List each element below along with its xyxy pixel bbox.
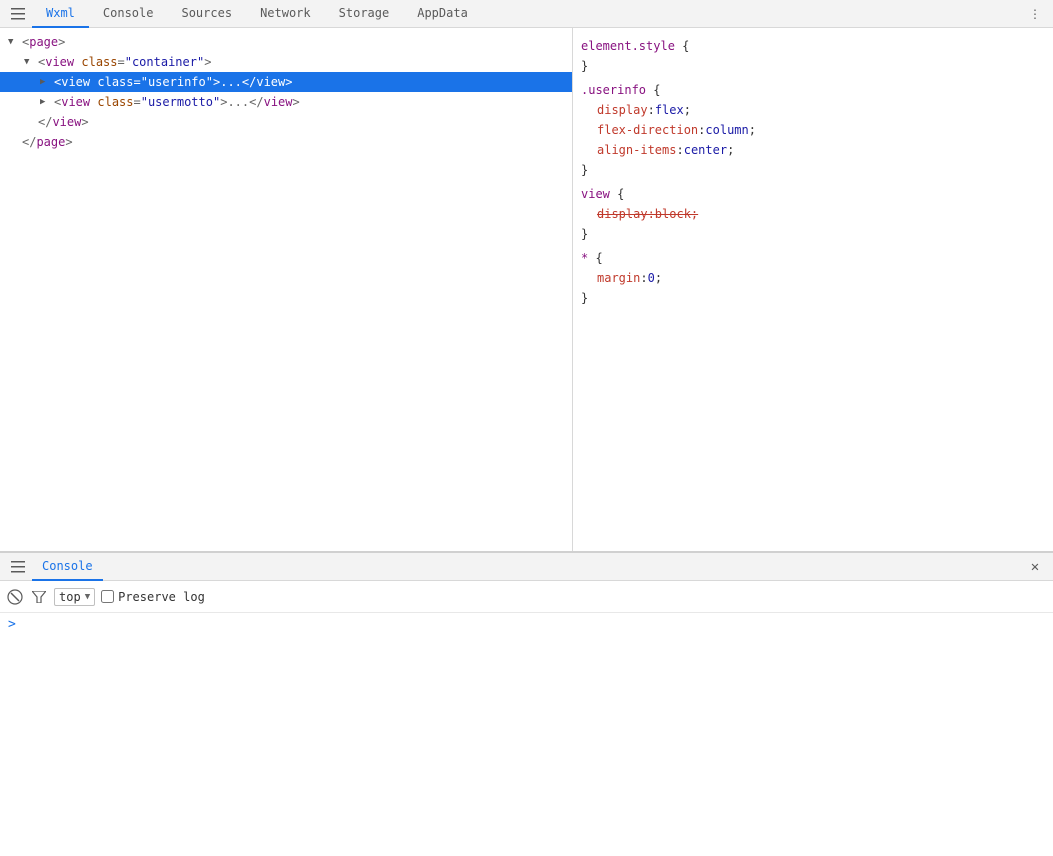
tree-line-view-userinfo[interactable]: <view class="userinfo">...</view>: [0, 72, 572, 92]
console-toolbar: Console ✕: [0, 553, 1053, 581]
tree-line-page-close[interactable]: </page>: [0, 132, 572, 152]
preserve-log-checkbox[interactable]: [101, 590, 114, 603]
css-view-section: view { display:block; }: [581, 184, 1045, 244]
toolbar-right: ⋮: [1021, 0, 1049, 28]
tree-line-view-container[interactable]: <view class="container">: [0, 52, 572, 72]
tab-console[interactable]: Console: [89, 0, 168, 28]
console-controls: top ▼ Preserve log: [0, 581, 1053, 613]
console-close-button[interactable]: ✕: [1021, 553, 1049, 581]
context-dropdown[interactable]: top ▼: [54, 588, 95, 606]
tree-line-page-open[interactable]: <page>: [0, 32, 572, 52]
css-userinfo-section: .userinfo { display:flex; flex-direction…: [581, 80, 1045, 180]
tab-sources[interactable]: Sources: [167, 0, 246, 28]
expand-arrow-userinfo[interactable]: [40, 77, 52, 87]
menu-icon[interactable]: [4, 0, 32, 28]
expand-arrow-container[interactable]: [24, 57, 36, 67]
css-universal-section: * { margin:0; }: [581, 248, 1045, 308]
tab-appdata[interactable]: AppData: [403, 0, 482, 28]
console-prompt: >: [8, 617, 1045, 632]
expand-arrow-page[interactable]: [8, 37, 20, 47]
more-options-icon[interactable]: ⋮: [1021, 0, 1049, 28]
main-content: <page> <view class="container"> <view cl…: [0, 28, 1053, 552]
tree-line-view-close[interactable]: </view>: [0, 112, 572, 132]
tab-network[interactable]: Network: [246, 0, 325, 28]
console-tab[interactable]: Console: [32, 553, 103, 581]
preserve-log-control[interactable]: Preserve log: [101, 590, 205, 604]
console-body[interactable]: >: [0, 613, 1053, 856]
console-menu-icon[interactable]: [4, 553, 32, 581]
expand-arrow-usermotto[interactable]: [40, 97, 52, 107]
tab-list: Wxml Console Sources Network Storage App…: [32, 0, 1021, 28]
console-panel: Console ✕ top ▼ Preserve log: [0, 552, 1053, 856]
tab-storage[interactable]: Storage: [325, 0, 404, 28]
main-toolbar: Wxml Console Sources Network Storage App…: [0, 0, 1053, 28]
tab-wxml[interactable]: Wxml: [32, 0, 89, 28]
css-panel: element.style { } .userinfo { display:fl…: [573, 28, 1053, 551]
wxml-panel: <page> <view class="container"> <view cl…: [0, 28, 573, 551]
filter-icon[interactable]: [30, 588, 48, 606]
dropdown-arrow-icon: ▼: [85, 592, 90, 602]
css-element-style-section: element.style { }: [581, 36, 1045, 76]
clear-console-button[interactable]: [6, 588, 24, 606]
tree-line-view-usermotto[interactable]: <view class="usermotto">...</view>: [0, 92, 572, 112]
